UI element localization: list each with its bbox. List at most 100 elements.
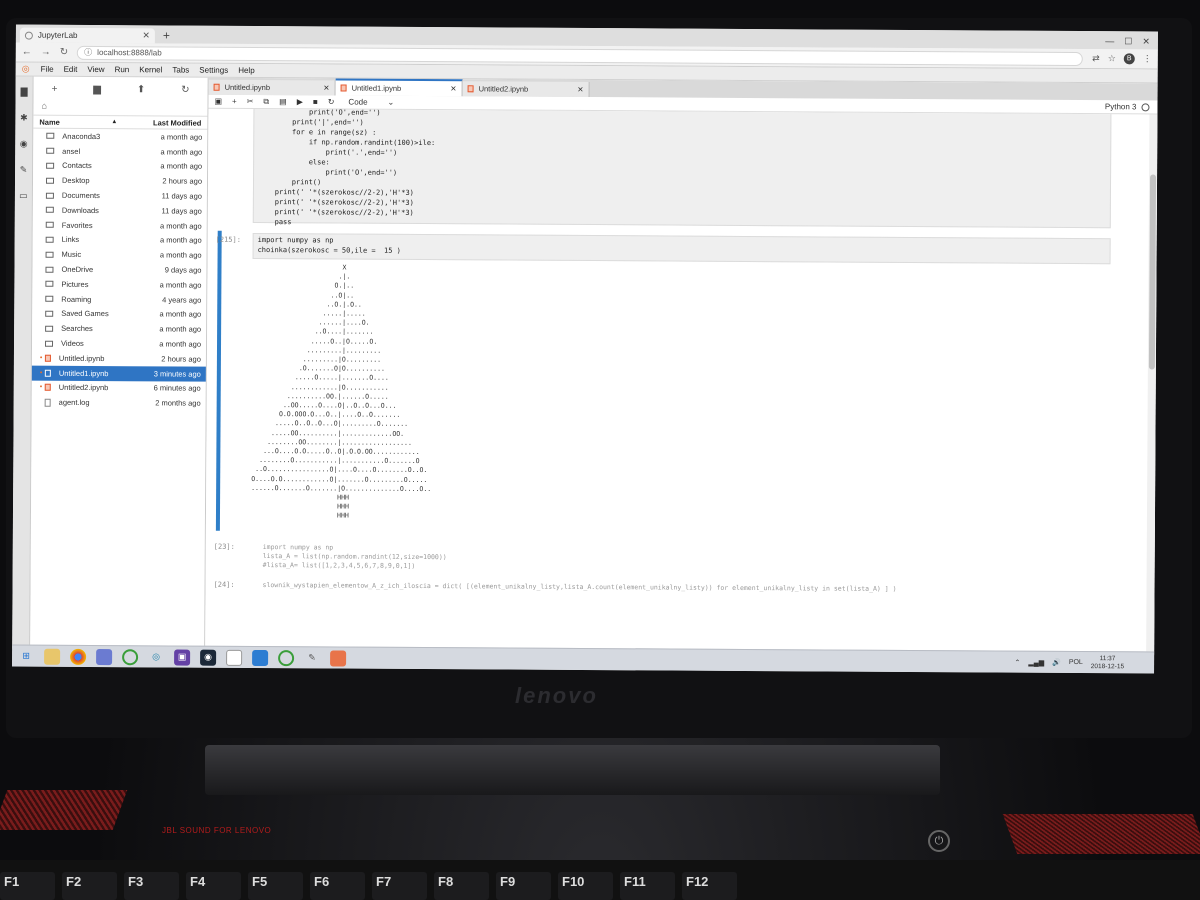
file-explorer-icon[interactable] [44,648,61,665]
refresh-icon[interactable]: ↻ [181,84,189,95]
jupyter-taskbar-icon[interactable] [330,649,347,667]
doc-tab-untitled2[interactable]: Untitled2.ipynb ✕ [462,81,590,98]
notebook-cells[interactable]: print('O',end='') print('|',end='') for … [205,108,1149,656]
code-cell-215[interactable]: import numpy as np choinka(szerokosc = 5… [252,232,1111,265]
menu-tabs[interactable]: Tabs [167,65,194,74]
file-row[interactable]: agent.log 2 months ago [32,395,206,411]
code-cell-top[interactable]: print('O',end='') print('|',end='') for … [252,108,1112,229]
power-button-icon[interactable]: ⏻ [928,830,950,852]
menu-settings[interactable]: Settings [194,66,233,75]
file-row[interactable]: Desktop 2 hours ago [33,173,207,189]
close-tab-icon[interactable]: ✕ [142,30,150,41]
info-icon[interactable]: ⓘ [84,47,92,58]
file-row[interactable]: Saved Games a month ago [32,306,206,322]
network-icon[interactable]: ▂▄▆ [1028,658,1044,666]
word-icon[interactable] [252,649,269,666]
volume-icon[interactable]: 🔊 [1052,658,1061,666]
new-folder-icon[interactable]: ▆ [93,83,101,94]
close-icon[interactable]: ✕ [323,83,329,92]
close-icon[interactable]: ✕ [450,84,456,93]
folder-icon [46,133,55,140]
toolbar-right: ⇄ ☆ B ⋮ [1092,53,1152,65]
close-window-button[interactable]: ✕ [1142,34,1150,49]
home-breadcrumb-icon[interactable]: ⌂ [33,101,207,116]
kernel-status[interactable]: Python 3 [1105,102,1150,111]
paint-icon[interactable]: ✎ [304,650,320,666]
run-icon[interactable]: ▶ [297,97,303,106]
back-icon[interactable]: ← [22,47,32,58]
doc-tab-untitled1[interactable]: Untitled1.ipynb ✕ [335,78,463,97]
url-input[interactable]: ⓘ localhost:8888/lab [77,45,1084,66]
windows-start-icon[interactable]: ⊞ [18,648,34,664]
file-row[interactable]: • Untitled.ipynb 2 hours ago [32,351,206,367]
menu-run[interactable]: Run [110,65,135,74]
file-row[interactable]: Videos a month ago [32,336,206,352]
folder-icon[interactable]: ▇ [21,87,28,98]
file-row[interactable]: Music a month ago [33,247,207,263]
chrome-icon[interactable] [70,648,87,665]
sort-ascending-icon[interactable]: ▲ [111,119,117,125]
file-row[interactable]: Searches a month ago [32,321,206,337]
file-name: Desktop [61,176,90,186]
insert-cell-icon[interactable]: + [232,97,237,106]
paste-icon[interactable]: ▤ [279,97,287,106]
save-icon[interactable]: ▣ [214,97,222,106]
file-row[interactable]: Downloads 11 days ago [33,203,207,219]
menu-file[interactable]: File [36,65,59,74]
translate-icon[interactable]: ⇄ [1092,53,1100,64]
profile-avatar[interactable]: B [1123,53,1135,65]
discord-icon[interactable] [96,648,113,665]
file-row[interactable]: ansel a month ago [33,143,207,159]
chrome-menu-icon[interactable]: ⋮ [1143,53,1152,64]
tabs-icon[interactable]: ▭ [19,191,28,202]
show-hidden-icons-icon[interactable]: ⌃ [1014,658,1020,666]
restart-icon[interactable]: ↻ [328,97,335,106]
active-cell-indicator[interactable] [215,230,222,531]
green-app-icon[interactable] [278,649,295,666]
spiral-app-icon[interactable]: ◎ [148,649,164,665]
bookmark-star-icon[interactable]: ☆ [1108,53,1116,64]
file-row[interactable]: Pictures a month ago [32,277,206,293]
new-launcher-icon[interactable]: + [51,83,57,94]
new-tab-button[interactable]: + [163,28,170,43]
reload-icon[interactable]: ↻ [60,47,68,58]
clock[interactable]: 11:37 2018-12-15 [1091,655,1124,671]
minimize-button[interactable]: — [1105,34,1114,49]
cell-type-select[interactable]: Code ⌄ [348,98,394,107]
copy-icon[interactable]: ⧉ [263,97,269,107]
file-row[interactable]: • Untitled1.ipynb 3 minutes ago [31,365,206,382]
menu-help[interactable]: Help [233,66,260,75]
menu-edit[interactable]: Edit [59,65,83,74]
stop-icon[interactable]: ■ [313,97,318,106]
cut-icon[interactable]: ✂ [247,97,254,106]
file-row[interactable]: Links a month ago [33,232,207,248]
language-indicator[interactable]: POL [1069,659,1083,666]
close-icon[interactable]: ✕ [577,85,583,94]
scrollbar-thumb[interactable] [1148,174,1157,370]
file-row[interactable]: • Untitled2.ipynb 6 minutes ago [32,380,206,396]
menu-view[interactable]: View [82,65,109,74]
forward-icon[interactable]: → [41,47,51,58]
file-row[interactable]: OneDrive 9 days ago [32,262,206,278]
palette-icon[interactable]: ◉ [20,139,28,150]
upload-icon[interactable]: ⬆ [137,84,145,95]
file-row[interactable]: Contacts a month ago [33,158,207,174]
function-key: F4 [186,872,241,900]
browser-tab-jupyterlab[interactable]: JupyterLab ✕ [19,27,155,44]
file-row[interactable]: Favorites a month ago [33,217,207,233]
running-icon[interactable]: ✱ [20,113,28,124]
doc-tab-untitled[interactable]: Untitled.ipynb ✕ [208,79,336,96]
steam-icon[interactable]: ◉ [200,649,217,666]
column-last-modified[interactable]: Last Modified [131,118,201,127]
file-row[interactable]: Anaconda3 a month ago [33,129,207,145]
menu-kernel[interactable]: Kernel [134,65,167,74]
file-row[interactable]: Documents 11 days ago [33,188,207,204]
wrench-icon[interactable]: ✎ [20,165,28,176]
column-name[interactable]: Name [39,117,111,126]
twitch-icon[interactable]: ▣ [174,648,191,666]
file-modified: 3 minutes ago [153,369,201,379]
file-row[interactable]: Roaming 4 years ago [32,291,206,307]
app-circle-icon[interactable] [122,648,139,665]
maximize-button[interactable]: ☐ [1124,34,1132,49]
notepad-icon[interactable] [226,649,243,666]
